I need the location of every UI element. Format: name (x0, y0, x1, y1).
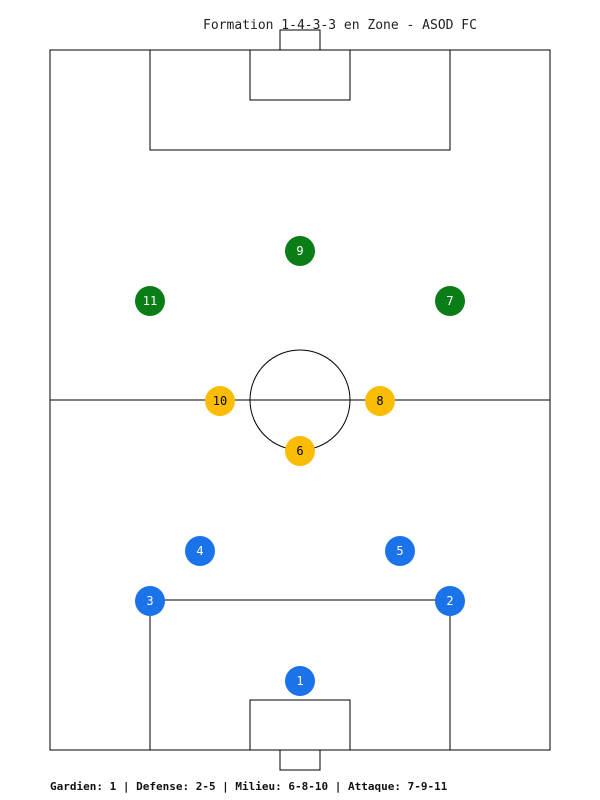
player-marker: 8 (365, 386, 395, 416)
top-goal (279, 29, 321, 51)
player-number: 11 (143, 294, 157, 308)
player-marker: 3 (135, 586, 165, 616)
player-number: 10 (213, 394, 227, 408)
player-marker: 7 (435, 286, 465, 316)
player-number: 1 (296, 674, 303, 688)
player-marker: 4 (185, 536, 215, 566)
player-number: 5 (396, 544, 403, 558)
bottom-goal (279, 749, 321, 771)
player-number: 6 (296, 444, 303, 458)
player-number: 9 (296, 244, 303, 258)
bottom-goal-area (249, 699, 351, 751)
player-marker: 10 (205, 386, 235, 416)
player-marker: 2 (435, 586, 465, 616)
player-number: 8 (376, 394, 383, 408)
player-marker: 6 (285, 436, 315, 466)
pitch-diagram: 1 2 3 4 5 6 8 10 7 9 11 (49, 29, 551, 771)
player-marker: 1 (285, 666, 315, 696)
player-marker: 11 (135, 286, 165, 316)
player-number: 7 (446, 294, 453, 308)
player-number: 2 (446, 594, 453, 608)
player-number: 4 (196, 544, 203, 558)
player-marker: 5 (385, 536, 415, 566)
player-number: 3 (146, 594, 153, 608)
player-marker: 9 (285, 236, 315, 266)
formation-legend: Gardien: 1 | Defense: 2-5 | Milieu: 6-8-… (50, 780, 448, 793)
players-layer: 1 2 3 4 5 6 8 10 7 9 11 (135, 236, 465, 696)
top-goal-area (249, 49, 351, 101)
